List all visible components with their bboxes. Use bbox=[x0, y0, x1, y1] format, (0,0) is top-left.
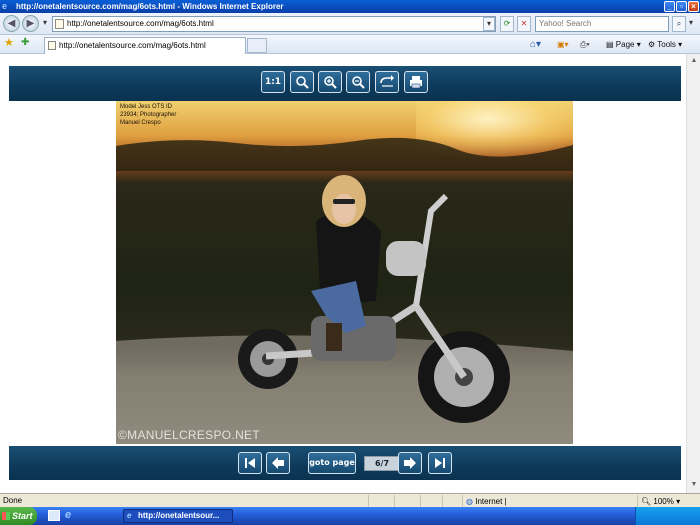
maximize-button[interactable]: ▫ bbox=[676, 1, 687, 12]
security-zone[interactable]: ◍ Internet | bbox=[462, 495, 634, 507]
windows-flag-icon bbox=[2, 512, 10, 520]
window-title-bar: e http://onetalentsource.com/mag/6ots.ht… bbox=[0, 0, 700, 13]
tab-page-icon bbox=[48, 41, 56, 50]
add-favorites-icon[interactable]: ✚ bbox=[21, 36, 29, 50]
home-icon[interactable]: ⌂▾ bbox=[530, 38, 541, 52]
show-desktop-icon[interactable] bbox=[48, 510, 60, 521]
viewer-top-toolbar: 1:1 bbox=[9, 66, 681, 101]
actual-size-button[interactable]: 1:1 bbox=[261, 71, 285, 93]
recent-pages-dropdown[interactable]: ▾ bbox=[40, 16, 50, 32]
status-text: Done bbox=[3, 496, 23, 505]
first-page-icon bbox=[245, 458, 255, 468]
stop-icon[interactable]: ✕ bbox=[517, 16, 531, 32]
caption-line-3: Manuel Crespo bbox=[120, 120, 161, 126]
new-tab-button[interactable] bbox=[247, 38, 267, 53]
zoom-in-icon bbox=[324, 76, 337, 89]
back-button[interactable]: ◀ bbox=[3, 15, 20, 32]
print-icon[interactable]: ⎙▾ bbox=[580, 38, 590, 52]
tools-menu[interactable]: ⚙ Tools ▾ bbox=[648, 38, 682, 52]
arrow-left-icon bbox=[272, 457, 284, 469]
zoom-in-button[interactable] bbox=[318, 71, 342, 93]
tab-label: http://onetalentsource.com/mag/6ots.html bbox=[59, 41, 206, 50]
magnifier-icon bbox=[296, 76, 309, 89]
last-page-button[interactable] bbox=[428, 452, 452, 474]
next-page-button[interactable] bbox=[398, 452, 422, 474]
status-cell bbox=[442, 495, 462, 507]
window-title: http://onetalentsource.com/mag/6ots.html… bbox=[16, 2, 284, 11]
page-menu[interactable]: ▤ Page ▾ bbox=[606, 38, 641, 52]
forward-button[interactable]: ▶ bbox=[22, 15, 39, 32]
tools-menu-label: Tools bbox=[657, 40, 676, 49]
zone-label: Internet | bbox=[475, 497, 507, 506]
ie-task-icon: e bbox=[127, 511, 132, 520]
rotate-button[interactable] bbox=[375, 71, 399, 93]
magazine-photo: Model Jess OTS ID 23934; Photographer Ma… bbox=[116, 101, 573, 444]
tools-gear-icon: ⚙ bbox=[648, 40, 656, 49]
previous-page-button[interactable] bbox=[266, 452, 290, 474]
motorcycle-scene-illustration bbox=[116, 137, 573, 444]
windows-taskbar: Start e e http://onetalentsour... bbox=[0, 507, 700, 525]
last-page-icon bbox=[435, 458, 445, 468]
taskbar-item-ie[interactable]: e http://onetalentsour... bbox=[123, 509, 233, 523]
rotate-icon bbox=[380, 75, 394, 87]
page-indicator: 6/7 bbox=[364, 456, 400, 471]
close-window-button[interactable]: × bbox=[688, 1, 699, 12]
status-cell bbox=[394, 495, 420, 507]
zoom-control[interactable]: 🔍︎ 100% ▾ bbox=[637, 495, 693, 507]
scroll-down-arrow-icon[interactable]: ▼ bbox=[689, 480, 699, 490]
task-label: http://onetalentsour... bbox=[138, 511, 220, 520]
globe-icon: ◍ bbox=[466, 497, 473, 506]
caption-line-2: 23934; Photographer bbox=[120, 112, 177, 118]
search-input[interactable]: Yahoo! Search bbox=[535, 16, 669, 32]
address-row: ◀ ▶ ▾ http://onetalentsource.com/mag/6ot… bbox=[0, 13, 700, 35]
feeds-icon[interactable]: ▣▾ bbox=[557, 38, 569, 52]
search-icon[interactable]: ⌕ bbox=[672, 16, 686, 32]
photo-watermark: ©MANUELCRESPO.NET bbox=[118, 428, 260, 442]
scroll-up-arrow-icon[interactable]: ▲ bbox=[689, 56, 699, 66]
tab-current[interactable]: http://onetalentsource.com/mag/6ots.html bbox=[44, 37, 246, 54]
tab-row: ★ ✚ http://onetalentsource.com/mag/6ots.… bbox=[0, 35, 700, 54]
zoom-icon: 🔍︎ bbox=[641, 497, 652, 506]
status-cell bbox=[420, 495, 442, 507]
printer-icon bbox=[410, 76, 422, 89]
minimize-button[interactable]: _ bbox=[664, 1, 675, 12]
first-page-button[interactable] bbox=[238, 452, 262, 474]
start-button[interactable]: Start bbox=[0, 507, 37, 525]
page-menu-label: Page bbox=[615, 40, 635, 49]
system-tray bbox=[635, 507, 700, 525]
ie-quicklaunch-icon[interactable]: e bbox=[65, 509, 71, 521]
viewer-bottom-navbar: goto page 6/7 bbox=[9, 446, 681, 480]
address-bar-input[interactable]: http://onetalentsource.com/mag/6ots.html bbox=[52, 16, 496, 32]
address-url: http://onetalentsource.com/mag/6ots.html bbox=[67, 19, 214, 28]
zoom-out-icon bbox=[352, 76, 365, 89]
ie-logo-icon: e bbox=[2, 1, 8, 11]
vertical-scrollbar[interactable]: ▲ ▼ bbox=[686, 54, 700, 493]
zoom-out-button[interactable] bbox=[346, 71, 370, 93]
arrow-right-icon bbox=[404, 457, 416, 469]
photo-caption: Model Jess OTS ID 23934; Photographer Ma… bbox=[120, 103, 176, 127]
refresh-icon[interactable]: ⟳ bbox=[500, 16, 514, 32]
print-button[interactable] bbox=[404, 71, 428, 93]
caption-line-1: Model Jess OTS ID bbox=[120, 104, 173, 110]
status-cell bbox=[368, 495, 394, 507]
search-options-dropdown[interactable]: ▾ bbox=[686, 16, 696, 32]
magnifier-button[interactable] bbox=[290, 71, 314, 93]
status-bar: Done ◍ Internet | 🔍︎ 100% ▾ bbox=[0, 493, 700, 507]
start-label: Start bbox=[12, 511, 33, 521]
page-icon bbox=[55, 19, 64, 29]
favorites-star-icon[interactable]: ★ bbox=[4, 36, 14, 50]
address-dropdown-button[interactable]: ▾ bbox=[483, 17, 495, 31]
zoom-level: 100% bbox=[653, 497, 674, 506]
goto-page-button[interactable]: goto page bbox=[308, 452, 356, 474]
page-menu-icon: ▤ bbox=[606, 40, 614, 49]
